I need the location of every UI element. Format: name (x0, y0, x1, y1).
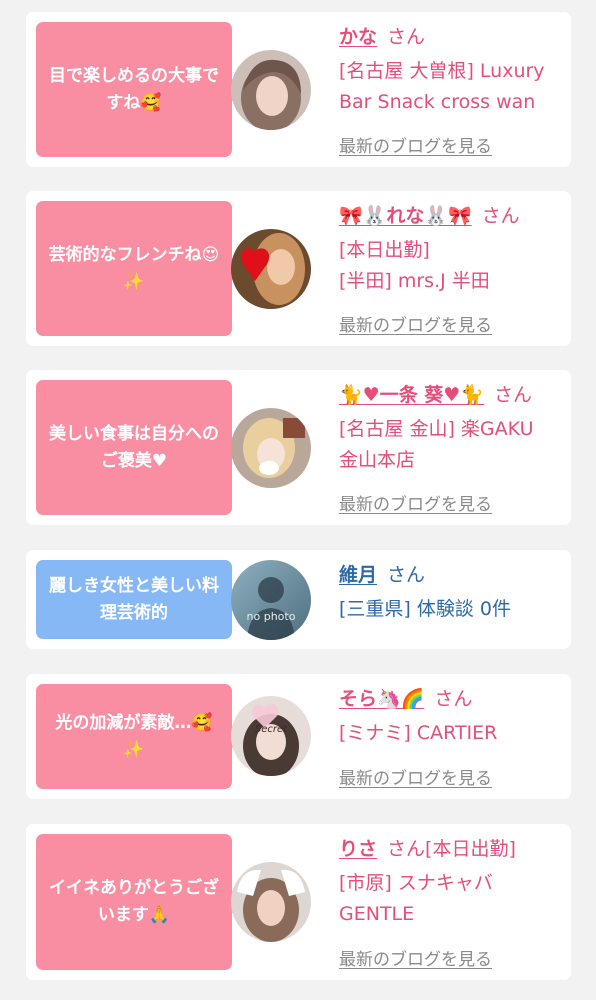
detail-line: Bar Snack cross wan (339, 91, 536, 113)
shop-detail: [名古屋 大曽根] Luxury Bar Snack cross wan (339, 56, 563, 118)
shop-detail: [名古屋 金山] 楽GAKU 金山本店 (339, 414, 563, 476)
honorific-label: さん (387, 564, 426, 586)
honorific-label: さん (481, 205, 520, 227)
secret-label: Secret (254, 724, 288, 735)
detail-line: GENTLE (339, 903, 415, 925)
shop-detail: [市原] スナキャバ GENTLE (339, 868, 563, 930)
honorific-label: さん (387, 26, 426, 48)
comment-bubble: 目で楽しめるの大事ですね🥰 (36, 22, 243, 157)
user-info: 維月 さん [三重県] 体験談 0件 (339, 562, 563, 625)
comment-bubble: 芸術的なフレンチね😍✨ (36, 201, 243, 336)
comment-card: 美しい食事は自分へのご褒美♥ 🐈♥一条 葵♥🐈 さん [名古屋 金山] 楽GAKU… (26, 370, 571, 525)
avatar[interactable] (231, 408, 311, 488)
avatar[interactable] (231, 50, 311, 130)
comment-bubble: 光の加減が素敵…🥰✨ (36, 684, 243, 789)
user-info: 🎀🐰れな🐰🎀 さん [本日出勤] [半田] mrs.J 半田 (339, 203, 563, 297)
detail-line: [市原] スナキャバ (339, 872, 493, 894)
user-info: りさ さん[本日出勤] [市原] スナキャバ GENTLE (339, 836, 563, 930)
shop-detail: [本日出勤] [半田] mrs.J 半田 (339, 235, 563, 297)
detail-line: [本日出勤] (339, 239, 430, 261)
comment-text: イイネありがとうございます🙏 (49, 878, 219, 925)
detail-line: [名古屋 大曽根] Luxury (339, 60, 545, 82)
comment-bubble: 麗しき女性と美しい料理芸術的 (36, 560, 243, 639)
latest-blog-link[interactable]: 最新のブログを見る (339, 132, 492, 157)
status-suffix: [本日出勤] (425, 838, 516, 860)
user-name-link[interactable]: 維月 (339, 564, 377, 586)
latest-blog-link[interactable]: 最新のブログを見る (339, 764, 492, 789)
comment-text: 美しい食事は自分へのご褒美♥ (49, 423, 219, 471)
honorific-label: さん (387, 838, 426, 860)
avatar[interactable] (231, 862, 311, 942)
latest-blog-link[interactable]: 最新のブログを見る (339, 311, 492, 336)
user-name-link[interactable]: りさ (339, 838, 377, 860)
comment-bubble: 美しい食事は自分へのご褒美♥ (36, 380, 243, 515)
comment-text: 目で楽しめるの大事ですね🥰 (49, 65, 219, 113)
comment-text: 光の加減が素敵…🥰✨ (55, 712, 213, 760)
avatar[interactable]: Secret (231, 696, 311, 776)
user-info: かな さん [名古屋 大曽根] Luxury Bar Snack cross wa… (339, 24, 563, 118)
detail-line: 金山本店 (339, 449, 416, 471)
avatar[interactable] (231, 229, 311, 309)
comment-list: 目で楽しめるの大事ですね🥰 かな さん [名古屋 大曽根] Luxury Bar … (0, 0, 596, 1000)
detail-line: [三重県] 体験談 0件 (339, 598, 511, 620)
honorific-label: さん (494, 384, 533, 406)
user-name-link[interactable]: かな (339, 26, 377, 48)
comment-bubble: イイネありがとうございます🙏 (36, 834, 243, 970)
detail-line: [ミナミ] CARTIER (339, 722, 498, 744)
user-info: そら🦄🌈 さん [ミナミ] CARTIER (339, 686, 563, 749)
comment-card: 麗しき女性と美しい料理芸術的 no photo 維月 さん [三重県] 体験談 … (26, 550, 571, 649)
detail-line: [名古屋 金山] 楽GAKU (339, 418, 534, 440)
avatar[interactable]: no photo (231, 560, 311, 640)
detail-line: [半田] mrs.J 半田 (339, 270, 490, 292)
review-detail: [三重県] 体験談 0件 (339, 594, 563, 625)
latest-blog-link[interactable]: 最新のブログを見る (339, 945, 492, 970)
comment-text: 芸術的なフレンチね😍✨ (48, 244, 220, 292)
comment-card: 芸術的なフレンチね😍✨ 🎀🐰れな🐰🎀 さん [本日出勤] [半田] mrs.J 半… (26, 191, 571, 346)
user-name-link[interactable]: そら🦄🌈 (339, 688, 424, 710)
comment-card: イイネありがとうございます🙏 りさ さん[本日出勤] [市原] スナキャバ GEN… (26, 824, 571, 980)
latest-blog-link[interactable]: 最新のブログを見る (339, 490, 492, 515)
comment-card: 光の加減が素敵…🥰✨ Secret そら🦄🌈 さん [ミナミ] CARTIER 最… (26, 674, 571, 799)
shop-detail: [ミナミ] CARTIER (339, 718, 563, 749)
comment-text: 麗しき女性と美しい料理芸術的 (49, 575, 219, 623)
user-info: 🐈♥一条 葵♥🐈 さん [名古屋 金山] 楽GAKU 金山本店 (339, 382, 563, 476)
user-name-link[interactable]: 🐈♥一条 葵♥🐈 (339, 384, 484, 406)
comment-card: 目で楽しめるの大事ですね🥰 かな さん [名古屋 大曽根] Luxury Bar … (26, 12, 571, 167)
user-name-link[interactable]: 🎀🐰れな🐰🎀 (339, 205, 472, 227)
no-photo-label: no photo (246, 610, 296, 623)
honorific-label: さん (434, 688, 473, 710)
